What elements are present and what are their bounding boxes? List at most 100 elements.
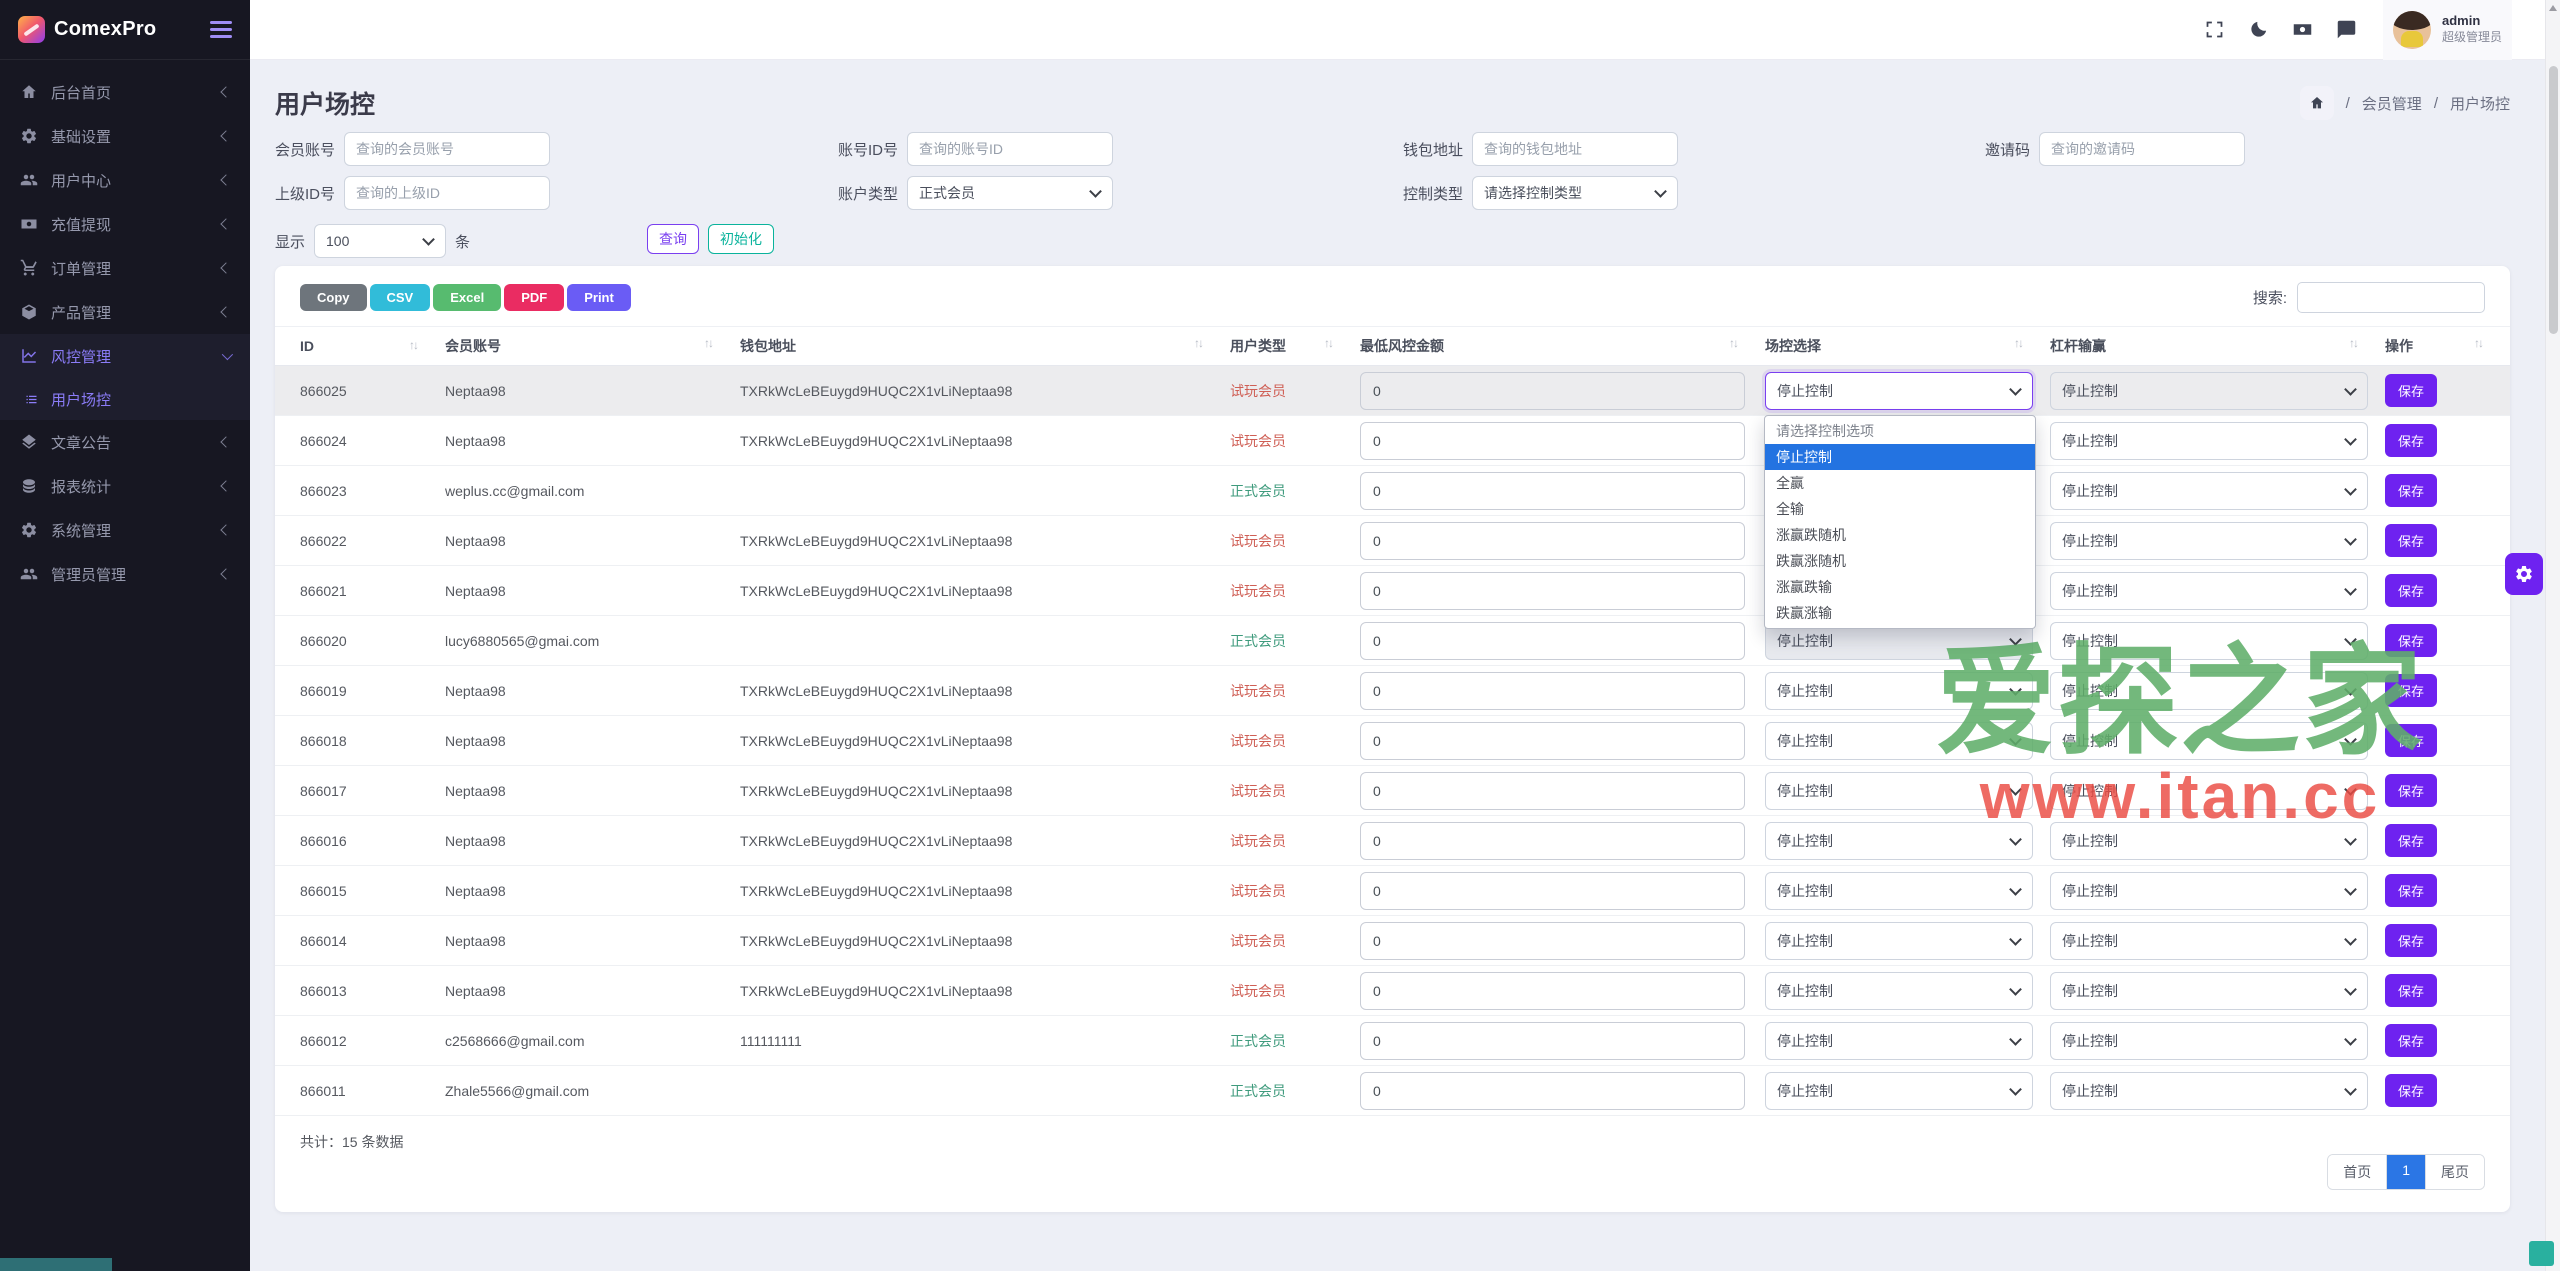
sidebar-subitem-user-field-control[interactable]: 用户场控 (0, 378, 250, 420)
field-control-select[interactable]: 停止控制 (1765, 372, 2033, 410)
query-button[interactable]: 查询 (647, 224, 699, 254)
theme-settings-button[interactable] (2505, 553, 2543, 595)
min-risk-amount-input[interactable] (1360, 672, 1745, 710)
leverage-select[interactable]: 停止控制 (2050, 572, 2368, 610)
leverage-select[interactable]: 停止控制 (2050, 1072, 2368, 1110)
breadcrumb-member-management[interactable]: 会员管理 (2362, 93, 2422, 114)
pagination-page-1[interactable]: 1 (2387, 1155, 2426, 1189)
parent-id-input[interactable] (344, 176, 550, 210)
field-control-select[interactable]: 停止控制 (1765, 822, 2033, 860)
leverage-select[interactable]: 停止控制 (2050, 472, 2368, 510)
sidebar-item-home[interactable]: 后台首页 (0, 70, 250, 114)
account-type-select[interactable]: 正式会员 (907, 176, 1113, 210)
sidebar-item-product-management[interactable]: 产品管理 (0, 290, 250, 334)
field-control-select[interactable]: 停止控制 (1765, 1022, 2033, 1060)
excel-button[interactable]: Excel (433, 284, 501, 311)
fullscreen-icon[interactable] (2193, 8, 2237, 52)
user-menu[interactable]: admin 超级管理员 (2383, 0, 2512, 60)
dropdown-option[interactable]: 全赢 (1765, 470, 2035, 496)
col-actions[interactable]: 操作↑↓ (2385, 327, 2510, 366)
min-risk-amount-input[interactable] (1360, 822, 1745, 860)
invite-code-input[interactable] (2039, 132, 2245, 166)
leverage-select[interactable]: 停止控制 (2050, 422, 2368, 460)
dropdown-option[interactable]: 全输 (1765, 496, 2035, 522)
min-risk-amount-input[interactable] (1360, 572, 1745, 610)
field-control-select[interactable]: 停止控制 (1765, 1072, 2033, 1110)
field-control-select[interactable]: 停止控制 (1765, 922, 2033, 960)
save-button[interactable]: 保存 (2385, 1024, 2437, 1057)
min-risk-amount-input[interactable] (1360, 472, 1745, 510)
save-button[interactable]: 保存 (2385, 574, 2437, 607)
sort-icon[interactable]: ↑↓ (1194, 336, 1202, 350)
field-control-select[interactable]: 停止控制 (1765, 722, 2033, 760)
dropdown-option[interactable]: 涨赢跌输 (1765, 574, 2035, 600)
field-control-select[interactable]: 停止控制 (1765, 772, 2033, 810)
sidebar-item-order-management[interactable]: 订单管理 (0, 246, 250, 290)
control-type-select[interactable]: 请选择控制类型 (1472, 176, 1678, 210)
sidebar-item-admin-management[interactable]: 管理员管理 (0, 552, 250, 596)
col-min-risk-amount[interactable]: 最低风控金额↑↓ (1360, 327, 1765, 366)
leverage-select[interactable]: 停止控制 (2050, 372, 2368, 410)
sort-icon[interactable]: ↑↓ (2474, 336, 2482, 350)
copy-button[interactable]: Copy (300, 284, 367, 311)
sidebar-item-report-statistics[interactable]: 报表统计 (0, 464, 250, 508)
leverage-select[interactable]: 停止控制 (2050, 822, 2368, 860)
min-risk-amount-input[interactable] (1360, 772, 1745, 810)
min-risk-amount-input[interactable] (1360, 1022, 1745, 1060)
min-risk-amount-input[interactable] (1360, 1072, 1745, 1110)
min-risk-amount-input[interactable] (1360, 872, 1745, 910)
print-button[interactable]: Print (567, 284, 631, 311)
sidebar-item-system-management[interactable]: 系统管理 (0, 508, 250, 552)
min-risk-amount-input[interactable] (1360, 372, 1745, 410)
save-button[interactable]: 保存 (2385, 474, 2437, 507)
dropdown-option[interactable]: 停止控制 (1765, 444, 2035, 470)
col-leverage-winloss[interactable]: 杠杆输赢↑↓ (2050, 327, 2385, 366)
sidebar-item-user-center[interactable]: 用户中心 (0, 158, 250, 202)
sidebar-item-recharge-withdraw[interactable]: 充值提现 (0, 202, 250, 246)
moon-icon[interactable] (2237, 8, 2281, 52)
save-button[interactable]: 保存 (2385, 374, 2437, 407)
pagination-first[interactable]: 首页 (2328, 1155, 2387, 1189)
save-button[interactable]: 保存 (2385, 924, 2437, 957)
sort-icon[interactable]: ↑↓ (2349, 336, 2357, 350)
reset-button[interactable]: 初始化 (708, 224, 774, 254)
sidebar-item-basic-settings[interactable]: 基础设置 (0, 114, 250, 158)
save-button[interactable]: 保存 (2385, 724, 2437, 757)
dropdown-option[interactable]: 涨赢跌随机 (1765, 522, 2035, 548)
col-member-account[interactable]: 会员账号↑↓ (445, 327, 740, 366)
sidebar-item-article-announcement[interactable]: 文章公告 (0, 420, 250, 464)
hamburger-menu-icon[interactable] (210, 17, 232, 42)
save-button[interactable]: 保存 (2385, 824, 2437, 857)
leverage-select[interactable]: 停止控制 (2050, 872, 2368, 910)
field-control-select[interactable]: 停止控制 (1765, 672, 2033, 710)
account-id-input[interactable] (907, 132, 1113, 166)
save-button[interactable]: 保存 (2385, 524, 2437, 557)
leverage-select[interactable]: 停止控制 (2050, 1022, 2368, 1060)
dropdown-option[interactable]: 请选择控制选项 (1765, 418, 2035, 444)
wallet-address-input[interactable] (1472, 132, 1678, 166)
min-risk-amount-input[interactable] (1360, 972, 1745, 1010)
save-button[interactable]: 保存 (2385, 874, 2437, 907)
min-risk-amount-input[interactable] (1360, 622, 1745, 660)
save-button[interactable]: 保存 (2385, 1074, 2437, 1107)
min-risk-amount-input[interactable] (1360, 522, 1745, 560)
col-field-control[interactable]: 场控选择↑↓ (1765, 327, 2050, 366)
chat-icon[interactable] (2325, 8, 2369, 52)
leverage-select[interactable]: 停止控制 (2050, 922, 2368, 960)
field-control-select[interactable]: 停止控制 (1765, 972, 2033, 1010)
save-button[interactable]: 保存 (2385, 624, 2437, 657)
leverage-select[interactable]: 停止控制 (2050, 772, 2368, 810)
leverage-select[interactable]: 停止控制 (2050, 522, 2368, 560)
col-user-type[interactable]: 用户类型↑↓ (1230, 327, 1360, 366)
min-risk-amount-input[interactable] (1360, 922, 1745, 960)
sidebar-horizontal-scrollbar[interactable] (0, 1258, 112, 1271)
col-id[interactable]: ID↑↓ (275, 327, 445, 366)
member-account-input[interactable] (344, 132, 550, 166)
sort-icon[interactable]: ↑↓ (2014, 336, 2022, 350)
sort-icon[interactable]: ↑↓ (1324, 336, 1332, 350)
col-wallet-address[interactable]: 钱包地址↑↓ (740, 327, 1230, 366)
pdf-button[interactable]: PDF (504, 284, 564, 311)
show-count-select[interactable]: 100 (314, 224, 446, 258)
leverage-select[interactable]: 停止控制 (2050, 722, 2368, 760)
sort-icon[interactable]: ↑↓ (704, 336, 712, 350)
